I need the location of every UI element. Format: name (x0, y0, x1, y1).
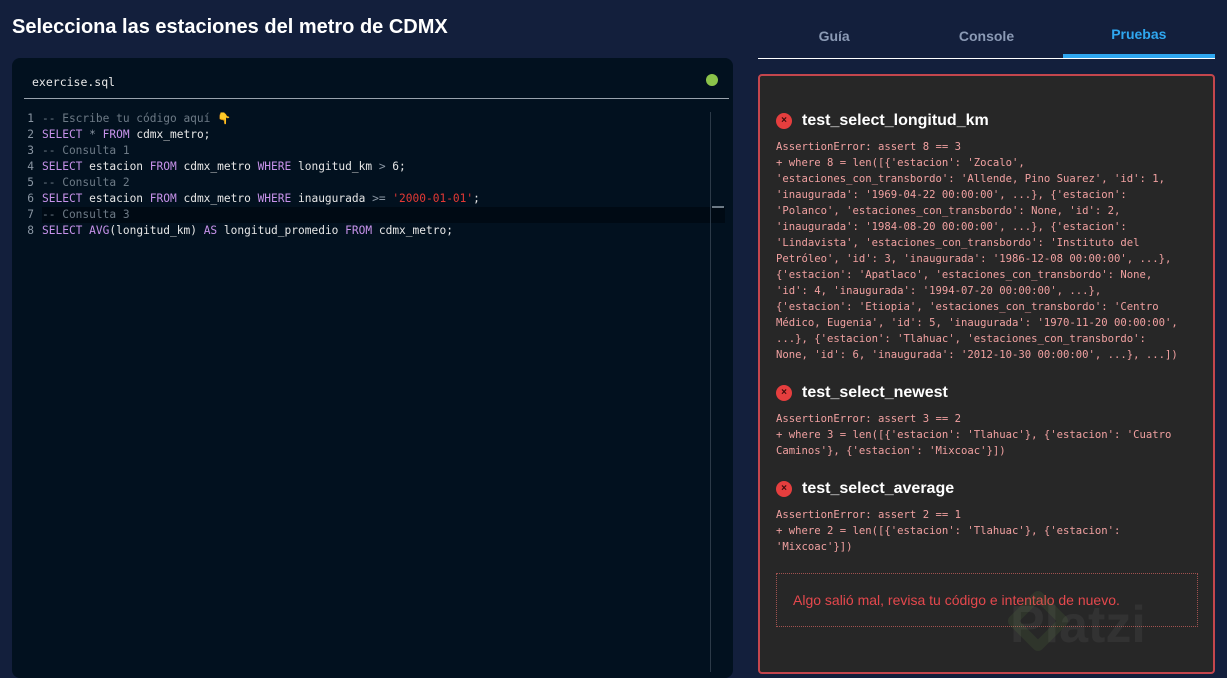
test-name: test_select_newest (802, 384, 948, 401)
divider (24, 98, 729, 99)
code-token: estacion (82, 160, 150, 173)
code-token: -- Escribe tu código aquí 👇 (42, 112, 232, 125)
tab-guia[interactable]: Guía (758, 0, 910, 58)
code-token: cdmx_metro; (129, 128, 211, 141)
code-text[interactable]: -- Consulta 3 (42, 207, 725, 223)
code-editor[interactable]: exercise.sql 1 -- Escribe tu código aquí … (12, 58, 733, 678)
code-token: SELECT (42, 192, 83, 205)
line-number: 5 (27, 176, 34, 189)
code-token: FROM (149, 160, 177, 173)
code-token: >= (372, 192, 386, 205)
code-line[interactable]: 5 -- Consulta 2 (12, 175, 725, 191)
code-text[interactable]: SELECT * FROM cdmx_metro; (42, 127, 725, 143)
code-text[interactable]: SELECT estacion FROM cdmx_metro WHERE in… (42, 191, 725, 207)
code-token: -- Consulta 3 (42, 208, 130, 221)
test-name: test_select_average (802, 480, 955, 497)
code-token: -- Consulta 2 (42, 176, 130, 189)
code-token: longitud_promedio (217, 224, 346, 237)
code-line[interactable]: 7 -- Consulta 3 (12, 207, 725, 223)
code-token: cdmx_metro (176, 160, 258, 173)
scrollbar-marker (712, 206, 724, 208)
code-token: inaugurada (291, 192, 373, 205)
code-token: cdmx_metro (176, 192, 258, 205)
line-number: 1 (27, 112, 34, 125)
test-result: × test_select_average AssertionError: ass… (776, 480, 1206, 555)
code-token: (longitud_km) (109, 224, 204, 237)
error-icon: × (776, 385, 792, 401)
code-area[interactable]: 1 -- Escribe tu código aquí 👇 2 SELECT * FR… (12, 111, 725, 239)
code-token: AS (203, 224, 218, 237)
code-token: '2000-01-01' (392, 192, 474, 205)
code-token: * (82, 128, 103, 141)
code-token: > (378, 160, 386, 173)
error-icon: × (776, 113, 792, 129)
code-line[interactable]: 6 SELECT estacion FROM cdmx_metro WHERE i… (12, 191, 725, 207)
watermark: Platzi (1010, 596, 1146, 654)
test-results-panel: × test_select_longitud_km AssertionError:… (758, 74, 1215, 674)
code-line[interactable]: 2 SELECT * FROM cdmx_metro; (12, 127, 725, 143)
test-error: AssertionError: assert 2 == 1 + where 2 … (776, 509, 1121, 553)
code-text[interactable]: -- Consulta 2 (42, 175, 725, 191)
code-token: SELECT (42, 128, 83, 141)
line-number: 7 (27, 208, 34, 221)
page-title: Selecciona las estaciones del metro de C… (12, 16, 448, 38)
code-text[interactable]: -- Consulta 1 (42, 143, 725, 159)
code-line[interactable]: 1 -- Escribe tu código aquí 👇 (12, 111, 725, 127)
code-token: FROM (149, 192, 177, 205)
scrollbar[interactable] (710, 112, 711, 672)
line-number: 6 (27, 192, 34, 205)
tab-pruebas[interactable]: Pruebas (1062, 0, 1216, 58)
line-number: 2 (27, 128, 34, 141)
code-token: WHERE (257, 192, 292, 205)
status-dot (706, 74, 718, 86)
line-number: 4 (27, 160, 34, 173)
test-result: × test_select_longitud_km AssertionError:… (776, 112, 1206, 363)
code-line[interactable]: 3 -- Consulta 1 (12, 143, 725, 159)
code-text[interactable]: SELECT estacion FROM cdmx_metro WHERE lo… (42, 159, 725, 175)
code-token: FROM (102, 128, 130, 141)
code-token: 6; (385, 160, 406, 173)
line-number: 8 (27, 224, 34, 237)
code-token: cdmx_metro; (372, 224, 453, 237)
test-error: AssertionError: assert 3 == 2 + where 3 … (776, 413, 1172, 457)
code-token: WHERE (257, 160, 292, 173)
code-text[interactable]: -- Escribe tu código aquí 👇 (42, 111, 725, 127)
code-token: estacion (82, 192, 150, 205)
tab-console[interactable]: Console (910, 0, 1062, 58)
code-token: longitud_km (291, 160, 379, 173)
file-tab[interactable]: exercise.sql (32, 75, 115, 89)
code-token: ; (473, 192, 480, 205)
code-token: AVG (89, 224, 110, 237)
code-token: FROM (345, 224, 373, 237)
error-icon: × (776, 481, 792, 497)
test-name: test_select_longitud_km (802, 112, 989, 129)
code-line[interactable]: 8 SELECT AVG(longitud_km) AS longitud_pro… (12, 223, 725, 239)
test-error: AssertionError: assert 8 == 3 + where 8 … (776, 141, 1178, 361)
test-result: × test_select_newest AssertionError: asse… (776, 384, 1206, 459)
tab-bar: Guía Console Pruebas (758, 0, 1216, 59)
code-token: SELECT (42, 160, 83, 173)
code-text[interactable]: SELECT AVG(longitud_km) AS longitud_prom… (42, 223, 725, 239)
code-token: -- Consulta 1 (42, 144, 130, 157)
code-token: SELECT (42, 224, 83, 237)
code-line[interactable]: 4 SELECT estacion FROM cdmx_metro WHERE l… (12, 159, 725, 175)
line-number: 3 (27, 144, 34, 157)
